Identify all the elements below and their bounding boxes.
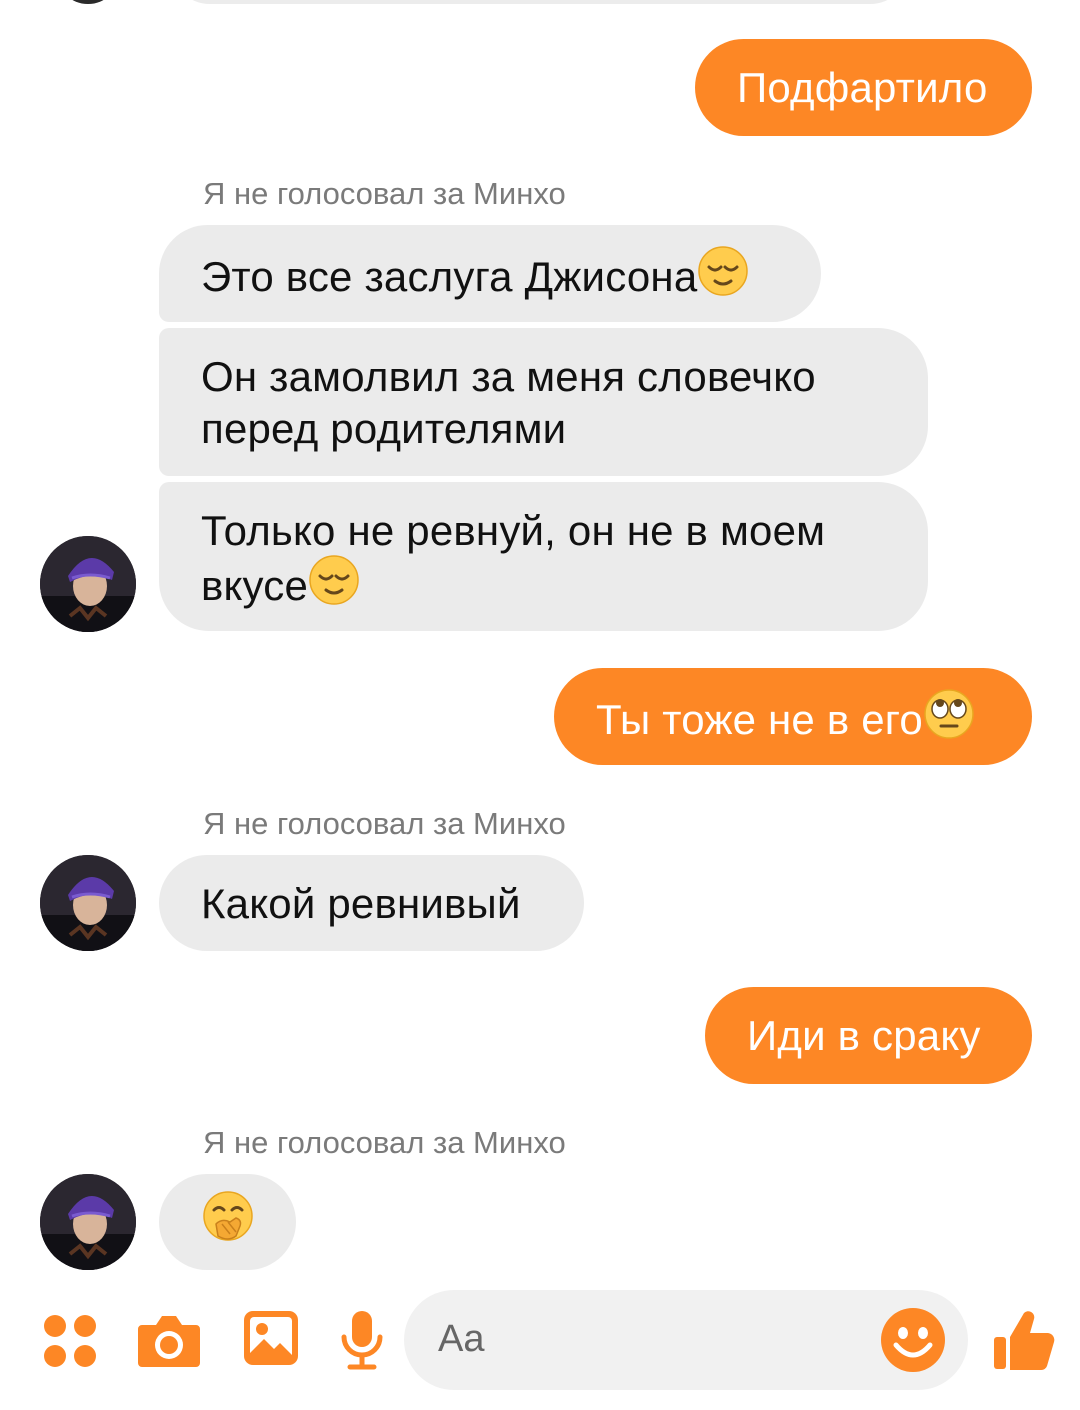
message-bubble-outgoing[interactable]: Ты тоже не в его — [554, 668, 1032, 765]
message-bubble-incoming[interactable]: Только не ревнуй, он не в моем вкусе — [159, 482, 928, 631]
message-bubble-incoming[interactable]: Какой ревнивый — [159, 855, 584, 951]
sender-name: Я не голосовал за Минхо — [203, 806, 566, 841]
message-input-placeholder: Aa — [438, 1318, 485, 1360]
message-text: вкусе — [201, 562, 309, 610]
composer-bar: Aa — [0, 1285, 1080, 1410]
avatar[interactable] — [40, 1174, 136, 1270]
message-bubble-incoming[interactable] — [159, 1174, 296, 1270]
message-text: Это все заслуга Джисона — [201, 253, 698, 301]
message-text: Ты тоже не в его — [596, 696, 923, 744]
emoji-icon[interactable] — [880, 1307, 946, 1373]
message-bubble-outgoing[interactable]: Иди в сраку — [705, 987, 1032, 1084]
avatar[interactable] — [40, 536, 136, 632]
message-text: Иди в сраку — [747, 1012, 981, 1059]
contact-photo — [40, 536, 136, 632]
thumbs-up-icon[interactable] — [992, 1307, 1058, 1373]
message-text: Подфартило — [737, 64, 988, 111]
message-text-line: перед родителями — [201, 405, 567, 452]
message-text-line: вкусе — [201, 554, 886, 621]
microphone-icon[interactable] — [338, 1309, 386, 1371]
sender-name: Я не голосовал за Минхо — [203, 1125, 566, 1160]
chat-screen: Подфартило Я не голосовал за Минхо Это в… — [0, 0, 1080, 1410]
gallery-icon[interactable] — [242, 1309, 300, 1367]
avatar[interactable] — [56, 0, 120, 4]
contact-photo — [40, 1174, 136, 1270]
message-bubble-incoming[interactable]: Это все заслуга Джисона — [159, 225, 821, 322]
avatar[interactable] — [40, 855, 136, 951]
sender-name: Я не голосовал за Минхо — [203, 176, 566, 211]
message-bubble-incoming[interactable]: Он замолвил за меня словечко перед родит… — [159, 328, 928, 476]
relieved-face-emoji-icon — [697, 245, 749, 309]
contact-photo — [40, 855, 136, 951]
message-text: Какой ревнивый — [201, 880, 521, 927]
apps-icon[interactable] — [42, 1313, 98, 1369]
face-with-rolling-eyes-emoji-icon — [923, 688, 975, 752]
camera-icon[interactable] — [136, 1311, 202, 1369]
relieved-face-emoji-icon — [308, 554, 360, 618]
face-with-hand-over-mouth-emoji-icon — [202, 1190, 254, 1254]
message-text-line: Только не ревнуй, он не в моем — [201, 507, 826, 554]
message-text-line: Он замолвил за меня словечко — [201, 353, 816, 400]
message-bubble-outgoing[interactable]: Подфартило — [695, 39, 1032, 136]
message-bubble-incoming[interactable] — [170, 0, 910, 4]
